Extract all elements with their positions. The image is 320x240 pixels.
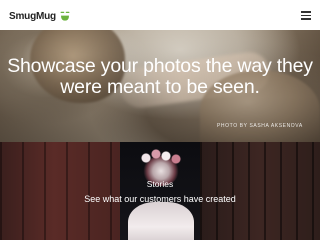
smugmug-logo-link[interactable]: SmugMug (9, 9, 71, 23)
hamburger-menu-icon-bar-3 (301, 18, 311, 20)
stories-image-hair-flowers (136, 148, 186, 168)
site-header: SmugMug (0, 0, 320, 30)
hamburger-menu-icon-bar-2 (301, 14, 311, 16)
logo-text: SmugMug (9, 10, 56, 22)
smug-face-icon (60, 11, 70, 21)
stories-image-left-panel (0, 142, 120, 240)
hamburger-menu-icon (301, 11, 311, 13)
page: SmugMug Showcase your photos the way the… (0, 0, 320, 240)
menu-button[interactable] (301, 11, 311, 20)
stories-image-figure-body (128, 202, 194, 240)
stories-section[interactable]: Stories See what our customers have crea… (0, 142, 320, 240)
stories-tagline-link[interactable]: See what our customers have created (0, 194, 320, 204)
hero-headline: Showcase your photos the way they were m… (7, 55, 313, 98)
stories-label: Stories (146, 179, 174, 189)
stories-image-right-panel (200, 142, 320, 240)
photo-credit: PHOTO BY SASHA AKSENOVA (217, 123, 303, 129)
